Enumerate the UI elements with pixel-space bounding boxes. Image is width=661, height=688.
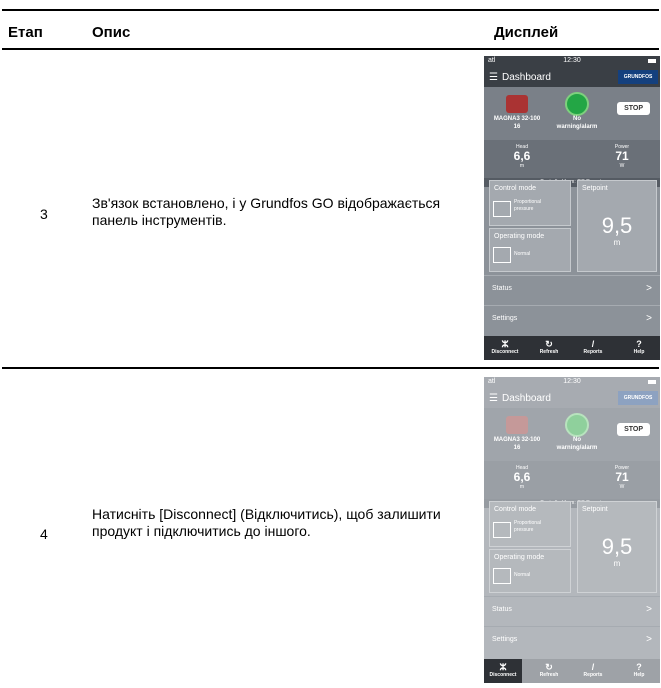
chevron-right-icon: >: [646, 313, 652, 324]
bottom-bar: ⵣ Disconnect ↻ Refresh / Reports ? Help: [484, 336, 660, 360]
operating-mode-card[interactable]: Operating mode Normal: [489, 549, 571, 593]
power-readout: Power 71 W: [614, 465, 630, 490]
status-bar: atl 12:30: [484, 56, 660, 67]
status-item[interactable]: Status >: [484, 596, 660, 623]
alarm-status-icon: [565, 413, 589, 437]
pump-row: MAGNA3 32-100 16 No warning/alarm STOP: [484, 408, 660, 461]
pump-row: MAGNA3 32-100 16 No warning/alarm STOP: [484, 87, 660, 140]
clock: 12:30: [563, 57, 581, 64]
disconnect-icon: ⵣ: [499, 662, 507, 672]
phone-screenshot: atl 12:30 ☰ Dashboard GRUNDFOS MAGNA3 32…: [484, 377, 660, 683]
menu-icon[interactable]: ☰: [489, 72, 498, 83]
curve-icon: [493, 247, 511, 263]
curve-icon: [493, 201, 511, 217]
head-readout: Head 6,6 m: [513, 465, 531, 490]
help-icon: ?: [636, 339, 642, 349]
settings-item[interactable]: Settings >: [484, 626, 660, 653]
operating-mode-card[interactable]: Operating mode Normal: [489, 228, 571, 272]
disconnect-icon: ⵣ: [501, 339, 509, 349]
help-button[interactable]: ? Help: [620, 339, 658, 355]
pump-icon: [506, 95, 528, 113]
battery-icon: [648, 59, 656, 63]
stop-button[interactable]: STOP: [617, 423, 650, 436]
row-rule: [2, 367, 659, 369]
phone-screenshot: atl 12:30 ☰ Dashboard GRUNDFOS MAGNA3 32…: [484, 56, 660, 360]
head-readout: Head 6,6 m: [513, 144, 531, 169]
page-title: Dashboard: [502, 393, 551, 404]
header-step: Етап: [8, 24, 43, 41]
title-bar: ☰ Dashboard GRUNDFOS: [484, 67, 660, 87]
curve-icon: [493, 522, 511, 538]
header-description: Опис: [92, 24, 131, 41]
refresh-button[interactable]: ↻ Refresh: [530, 339, 568, 355]
reports-button[interactable]: / Reports: [574, 662, 612, 678]
help-icon: ?: [636, 662, 642, 672]
clock: 12:30: [563, 378, 581, 385]
pencil-icon: /: [591, 339, 595, 349]
head-power-row: Head 6,6 m Power 71 W: [484, 461, 660, 499]
page-title: Dashboard: [502, 72, 551, 83]
header-display: Дисплей: [494, 24, 559, 41]
grundfos-logo: GRUNDFOS: [618, 70, 658, 84]
alarm-status-icon: [565, 92, 589, 116]
refresh-icon: ↻: [545, 662, 553, 672]
alarm-status: No warning/alarm: [556, 437, 598, 451]
header-rule: [2, 48, 659, 50]
refresh-icon: ↻: [545, 339, 553, 349]
head-power-row: Head 6,6 m Power 71 W: [484, 140, 660, 178]
pencil-icon: /: [591, 662, 595, 672]
setpoint-card[interactable]: Setpoint 9,5 m: [577, 180, 657, 272]
step-description: Зв'язок встановлено, і у Grundfos GO від…: [92, 195, 441, 228]
power-readout: Power 71 W: [614, 144, 630, 169]
help-button[interactable]: ? Help: [620, 662, 658, 678]
control-mode-card[interactable]: Control mode Proportional pressure: [489, 501, 571, 547]
refresh-button[interactable]: ↻ Refresh: [530, 662, 568, 678]
chevron-right-icon: >: [646, 634, 652, 645]
grundfos-logo: GRUNDFOS: [618, 391, 658, 405]
top-rule: [2, 9, 659, 11]
alarm-status: No warning/alarm: [556, 116, 598, 130]
battery-icon: [648, 380, 656, 384]
disconnect-button[interactable]: ⵣ Disconnect: [486, 339, 524, 355]
step-description: Натисніть [Disconnect] (Відключитись), щ…: [92, 506, 441, 539]
setpoint-card[interactable]: Setpoint 9,5 m: [577, 501, 657, 593]
pump-name: MAGNA3 32-100 16: [493, 116, 541, 130]
chevron-right-icon: >: [646, 604, 652, 615]
step-number: 3: [40, 206, 48, 222]
control-mode-card[interactable]: Control mode Proportional pressure: [489, 180, 571, 226]
status-item[interactable]: Status >: [484, 275, 660, 302]
stop-button[interactable]: STOP: [617, 102, 650, 115]
reports-button[interactable]: / Reports: [574, 339, 612, 355]
disconnect-button[interactable]: ⵣ Disconnect: [484, 659, 522, 683]
settings-item[interactable]: Settings >: [484, 305, 660, 332]
curve-icon: [493, 568, 511, 584]
pump-name: MAGNA3 32-100 16: [493, 437, 541, 451]
pump-icon: [506, 416, 528, 434]
step-number: 4: [40, 526, 48, 542]
title-bar: ☰ Dashboard GRUNDFOS: [484, 388, 660, 408]
chevron-right-icon: >: [646, 283, 652, 294]
bottom-bar: ⵣ Disconnect ↻ Refresh / Reports ? Help: [484, 659, 660, 683]
status-bar: atl 12:30: [484, 377, 660, 388]
menu-icon[interactable]: ☰: [489, 393, 498, 404]
